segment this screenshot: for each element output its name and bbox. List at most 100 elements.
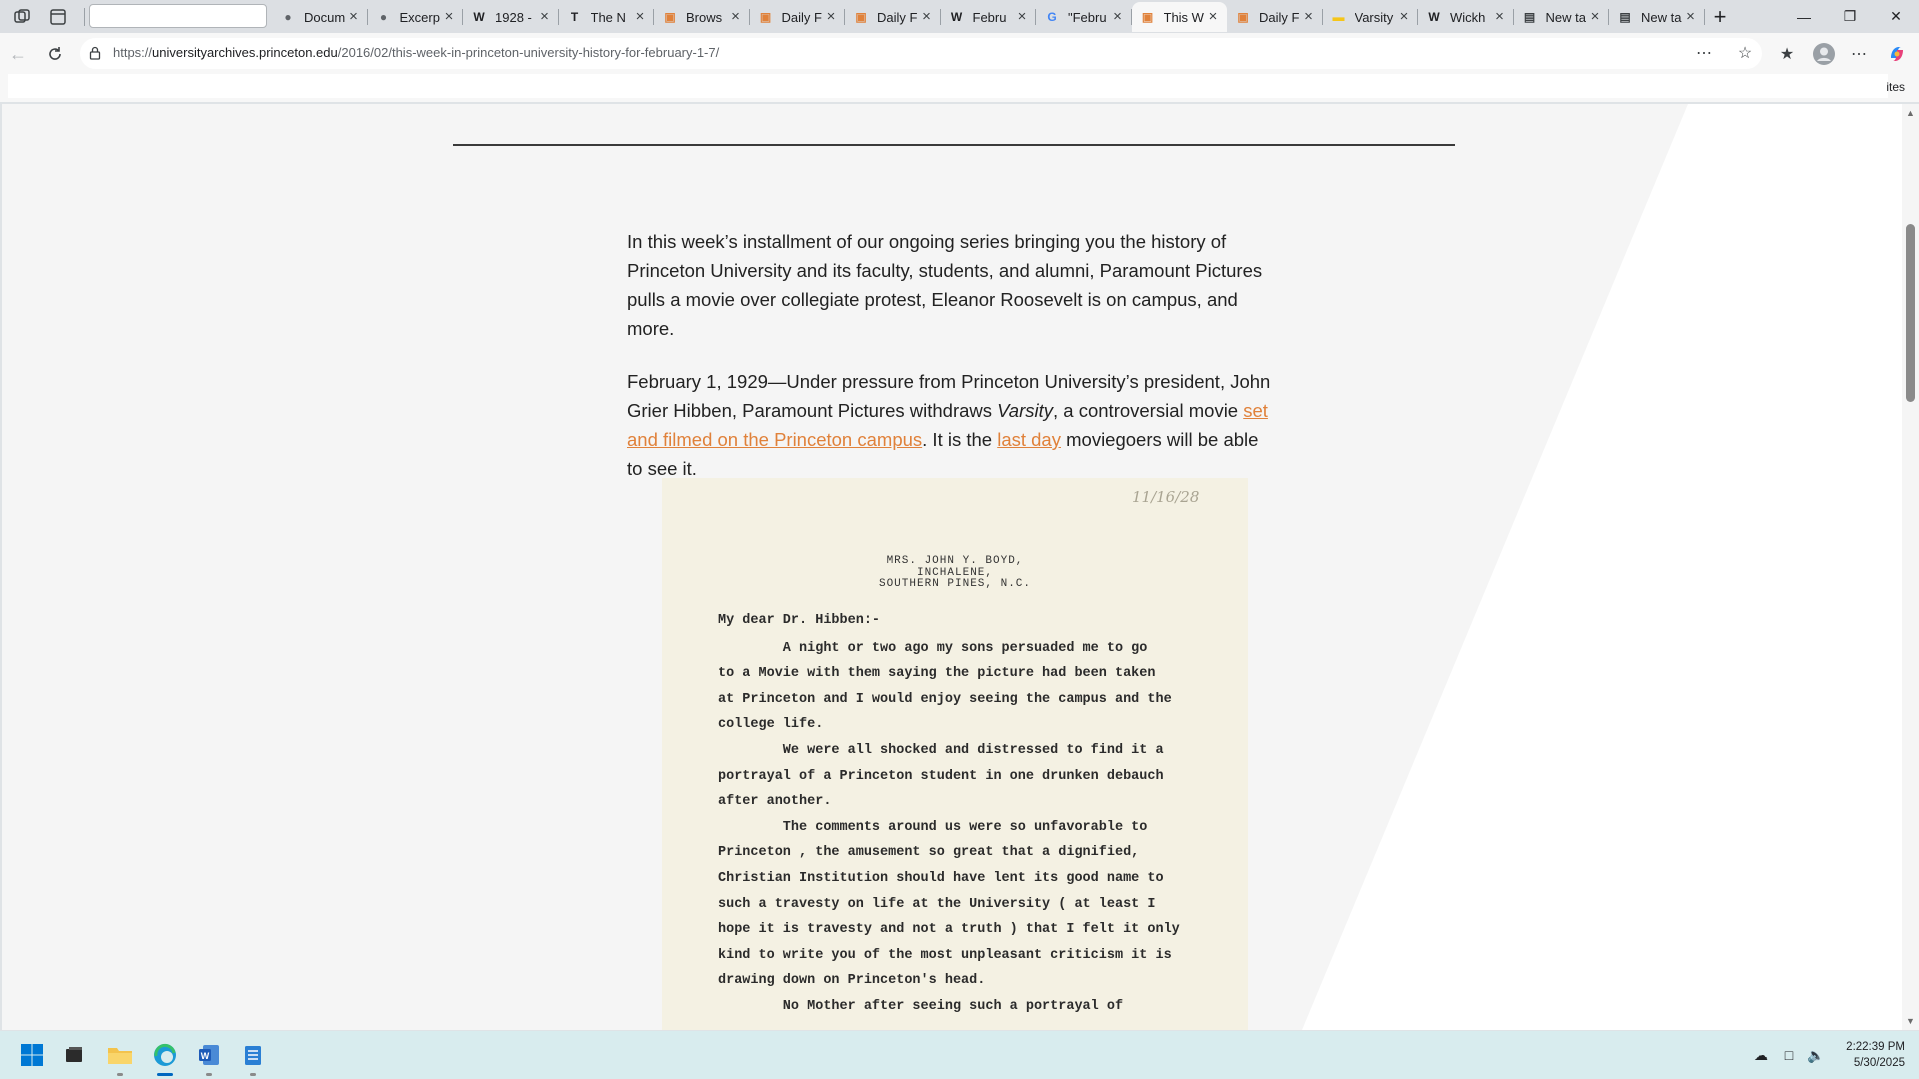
tab-actions-icon[interactable] bbox=[48, 7, 68, 27]
notepad-button[interactable] bbox=[237, 1039, 269, 1076]
letterhead: MRS. JOHN Y. BOYD, INCHALENE, SOUTHERN P… bbox=[662, 555, 1248, 591]
close-window-button[interactable]: ✕ bbox=[1873, 0, 1919, 33]
back-button[interactable]: ← bbox=[6, 42, 30, 66]
task-view-button[interactable] bbox=[58, 1039, 90, 1071]
newtab-icon: ▤ bbox=[1619, 10, 1631, 24]
browser-tab[interactable]: W Wickh × bbox=[1418, 2, 1514, 32]
favorites-label[interactable]: ites bbox=[1886, 80, 1905, 94]
close-tab-icon[interactable]: × bbox=[728, 9, 744, 25]
browser-tab[interactable]: G "Febru × bbox=[1036, 2, 1132, 32]
active-indicator bbox=[157, 1073, 173, 1076]
refresh-button[interactable] bbox=[43, 42, 67, 66]
running-indicator bbox=[250, 1073, 256, 1076]
more-options-icon[interactable]: ⋯ bbox=[1848, 43, 1870, 65]
letter-line: at Princeton and I would enjoy seeing th… bbox=[718, 691, 1172, 707]
close-tab-icon[interactable]: × bbox=[632, 9, 648, 25]
blog-icon: ▣ bbox=[664, 10, 676, 24]
copilot-icon[interactable] bbox=[1886, 43, 1908, 65]
close-tab-icon[interactable]: × bbox=[1396, 9, 1412, 25]
close-tab-icon[interactable]: × bbox=[1110, 9, 1126, 25]
letter-line: portrayal of a Princeton student in one … bbox=[718, 768, 1164, 784]
new-tab-button[interactable]: + bbox=[1707, 4, 1733, 30]
network-icon[interactable]: □ bbox=[1779, 1045, 1799, 1065]
letter-line: after another. bbox=[718, 794, 832, 810]
reading-mode-icon[interactable]: ⋯ bbox=[1693, 42, 1715, 64]
close-tab-icon[interactable]: × bbox=[441, 9, 457, 25]
url-field[interactable]: https://universityarchives.princeton.edu… bbox=[80, 38, 1762, 69]
close-tab-icon[interactable]: × bbox=[1587, 9, 1603, 25]
taskbar: W ☁ □ 🔈 2:22:39 PM 5/30/2025 bbox=[0, 1031, 1919, 1079]
browser-tab[interactable]: T The N × bbox=[559, 2, 654, 32]
favorites-bar: ites bbox=[0, 74, 1919, 102]
website-icon: ● bbox=[379, 10, 388, 24]
tab-title: Docum bbox=[304, 9, 346, 25]
scrollbar-thumb[interactable] bbox=[1906, 224, 1915, 402]
letter-line: No Mother after seeing such a portrayal … bbox=[718, 998, 1124, 1014]
letterhead-line: SOUTHERN PINES, N.C. bbox=[878, 578, 1032, 590]
blog-icon: ▣ bbox=[855, 10, 867, 24]
close-tab-icon[interactable]: × bbox=[919, 9, 935, 25]
letter-line: A night or two ago my sons persuaded me … bbox=[718, 640, 1148, 656]
browser-tab[interactable]: ▬ Varsity × bbox=[1323, 2, 1418, 32]
close-tab-icon[interactable]: × bbox=[1492, 9, 1508, 25]
favorite-star-icon[interactable]: ☆ bbox=[1734, 42, 1756, 64]
browser-tab[interactable]: ● Docum × bbox=[272, 2, 368, 32]
browser-tab[interactable]: ▣ Daily F × bbox=[750, 2, 845, 32]
tab-title: New ta bbox=[1641, 9, 1682, 25]
restore-button[interactable]: ❐ bbox=[1827, 0, 1873, 33]
close-tab-icon[interactable]: × bbox=[823, 9, 839, 25]
onedrive-icon[interactable]: ☁ bbox=[1751, 1045, 1771, 1065]
browser-tab[interactable]: ▣ Daily F × bbox=[845, 2, 941, 32]
close-tab-icon[interactable]: × bbox=[1683, 9, 1699, 25]
clock[interactable]: 2:22:39 PM 5/30/2025 bbox=[1846, 1039, 1905, 1071]
blog-icon: ▣ bbox=[759, 10, 772, 24]
edge-icon bbox=[154, 1043, 176, 1066]
favorites-icon[interactable]: ★ bbox=[1776, 43, 1798, 65]
tab-search-input[interactable] bbox=[89, 4, 267, 28]
lock-icon[interactable] bbox=[88, 46, 102, 60]
scroll-down-icon[interactable]: ▼ bbox=[1905, 1016, 1916, 1026]
scroll-up-icon[interactable]: ▲ bbox=[1905, 108, 1916, 118]
file-explorer-icon bbox=[108, 1048, 132, 1064]
last-day-link[interactable]: last day bbox=[997, 429, 1061, 450]
browser-tab[interactable]: ● Excerp × bbox=[368, 2, 463, 32]
word-button[interactable]: W bbox=[193, 1039, 225, 1076]
word-icon: W bbox=[199, 1045, 219, 1065]
letter-line: drawing down on Princeton's head. bbox=[718, 973, 986, 989]
running-indicator bbox=[117, 1073, 123, 1076]
browser-tab[interactable]: W Febru × bbox=[941, 2, 1036, 32]
browser-tab[interactable]: ▣ Brows × bbox=[654, 2, 750, 32]
browser-tab[interactable]: ▣ This W × bbox=[1131, 2, 1227, 32]
divider bbox=[84, 8, 85, 26]
page-scrollbar[interactable]: ▲ ▼ bbox=[1902, 104, 1919, 1030]
file-explorer-button[interactable] bbox=[104, 1039, 136, 1076]
volume-icon[interactable]: 🔈 bbox=[1806, 1045, 1826, 1065]
close-tab-icon[interactable]: × bbox=[346, 9, 362, 25]
tab-title: New ta bbox=[1545, 9, 1586, 25]
edge-button[interactable] bbox=[149, 1039, 181, 1076]
browser-tab[interactable]: ▤ New ta × bbox=[1514, 2, 1609, 32]
svg-text:W: W bbox=[201, 1051, 210, 1061]
tab-title: The N bbox=[590, 9, 626, 25]
imdb-icon: ▬ bbox=[1332, 10, 1345, 24]
movie-title: Varsity bbox=[997, 400, 1054, 421]
tab-title: Varsity bbox=[1354, 9, 1394, 25]
browser-tab[interactable]: ▤ New ta × bbox=[1609, 2, 1705, 32]
task-view-icon bbox=[66, 1047, 82, 1062]
start-button[interactable] bbox=[16, 1039, 48, 1071]
running-indicator bbox=[206, 1073, 212, 1076]
handwritten-date: 11/16/28 bbox=[1132, 488, 1200, 506]
browser-tab[interactable]: ▣ Daily F × bbox=[1227, 2, 1323, 32]
close-tab-icon[interactable]: × bbox=[1205, 9, 1221, 25]
tab-title: "Febru bbox=[1068, 9, 1107, 25]
minimize-button[interactable]: — bbox=[1781, 0, 1827, 33]
notepad-icon bbox=[245, 1046, 261, 1065]
close-tab-icon[interactable]: × bbox=[537, 9, 553, 25]
refresh-icon bbox=[49, 47, 61, 60]
close-tab-icon[interactable]: × bbox=[1301, 9, 1317, 25]
website-icon: ● bbox=[284, 10, 292, 24]
browser-tab[interactable]: W 1928 - × bbox=[463, 2, 559, 32]
profile-avatar[interactable] bbox=[1813, 43, 1835, 65]
close-tab-icon[interactable]: × bbox=[1014, 9, 1030, 25]
workspaces-icon[interactable] bbox=[12, 7, 32, 27]
